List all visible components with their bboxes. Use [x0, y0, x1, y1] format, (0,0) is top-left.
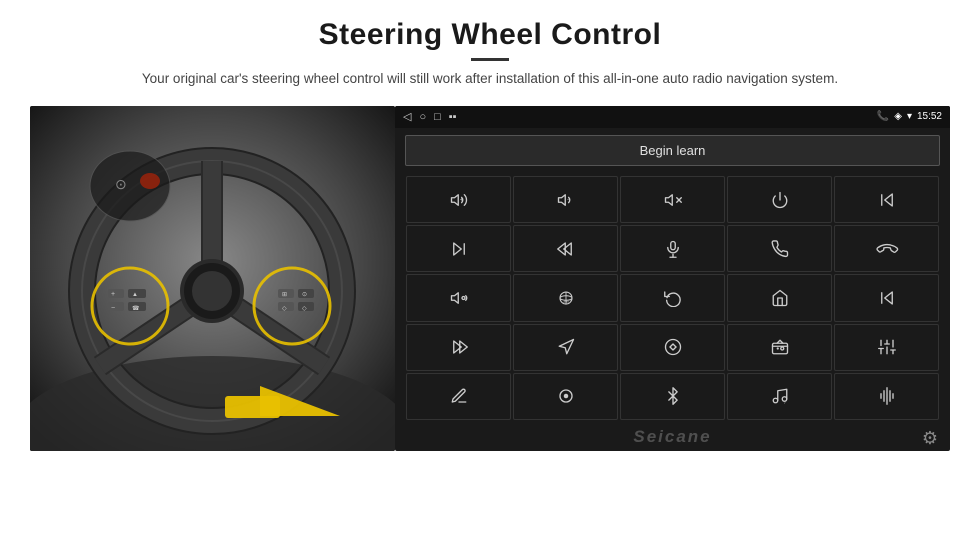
- svg-text:⊙: ⊙: [302, 292, 307, 298]
- title-divider: [471, 58, 509, 61]
- svg-text:⊙: ⊙: [115, 176, 127, 192]
- music-button[interactable]: ♪: [727, 373, 832, 420]
- settings-icon[interactable]: ⚙: [922, 428, 938, 449]
- page-title: Steering Wheel Control: [142, 18, 838, 52]
- fast-fwd-button[interactable]: [406, 324, 511, 371]
- svg-text:▲: ▲: [132, 292, 138, 298]
- svg-text:−: −: [111, 305, 115, 312]
- radio-button[interactable]: [727, 324, 832, 371]
- prev-track-button[interactable]: [834, 176, 939, 223]
- navigate-button[interactable]: [513, 324, 618, 371]
- svg-text:+: +: [111, 291, 115, 298]
- vol-mute-button[interactable]: [620, 176, 725, 223]
- watermark-row: Seicane ⚙: [395, 425, 950, 451]
- svg-text:−: −: [566, 197, 569, 203]
- seek-back-button[interactable]: [513, 225, 618, 272]
- power-button[interactable]: [727, 176, 832, 223]
- svg-text:◇: ◇: [282, 306, 287, 312]
- pencil-button[interactable]: [406, 373, 511, 420]
- status-bar: ◁ ○ □ ▪▪ 📞 ◈ ▾ 15:52: [395, 106, 950, 128]
- svg-text:360°: 360°: [563, 299, 571, 303]
- button-grid: + −: [395, 173, 950, 425]
- voice-eq-button[interactable]: [834, 373, 939, 420]
- undo-button[interactable]: [620, 274, 725, 321]
- steering-wheel-image: + − ▲ ☎ ⊞ ◇ ⊙ ◇: [30, 106, 395, 451]
- swap-button[interactable]: [620, 324, 725, 371]
- svg-text:♪: ♪: [783, 401, 785, 405]
- title-section: Steering Wheel Control Your original car…: [142, 18, 838, 90]
- svg-text:⊞: ⊞: [282, 292, 287, 298]
- vol-down-button[interactable]: −: [513, 176, 618, 223]
- android-screen: ◁ ○ □ ▪▪ 📞 ◈ ▾ 15:52 Begin learn: [395, 106, 950, 451]
- home-button[interactable]: [727, 274, 832, 321]
- status-right: 📞 ◈ ▾ 15:52: [877, 111, 942, 122]
- back-nav-icon[interactable]: ◁: [403, 110, 411, 123]
- bluetooth-button[interactable]: [620, 373, 725, 420]
- seicane-watermark: Seicane: [633, 427, 711, 446]
- view-360-button[interactable]: 360°: [513, 274, 618, 321]
- svg-text:+: +: [459, 197, 462, 203]
- location-status-icon: ◈: [894, 111, 902, 122]
- begin-learn-button[interactable]: Begin learn: [405, 135, 940, 166]
- phone-status-icon: 📞: [877, 111, 889, 122]
- begin-learn-row: Begin learn: [395, 128, 950, 173]
- phone-button[interactable]: [727, 225, 832, 272]
- wifi-status-icon: ▾: [907, 111, 912, 122]
- page-wrapper: Steering Wheel Control Your original car…: [0, 0, 980, 547]
- svg-text:◇: ◇: [302, 306, 307, 312]
- svg-text:☎: ☎: [132, 305, 140, 312]
- subtitle: Your original car's steering wheel contr…: [142, 69, 838, 90]
- skip-fwd-button[interactable]: [406, 225, 511, 272]
- recent-nav-icon[interactable]: □: [434, 111, 441, 123]
- skip-back2-button[interactable]: [834, 274, 939, 321]
- hang-up-button[interactable]: [834, 225, 939, 272]
- mic-button[interactable]: [620, 225, 725, 272]
- media-nav-icon: ▪▪: [449, 111, 457, 123]
- home-nav-icon[interactable]: ○: [419, 111, 426, 123]
- content-row: + − ▲ ☎ ⊞ ◇ ⊙ ◇: [30, 106, 950, 451]
- status-left: ◁ ○ □ ▪▪: [403, 110, 457, 123]
- circle-btn[interactable]: [513, 373, 618, 420]
- vol-up-button[interactable]: +: [406, 176, 511, 223]
- equalizer-button[interactable]: [834, 324, 939, 371]
- horn-button[interactable]: [406, 274, 511, 321]
- clock: 15:52: [917, 111, 942, 122]
